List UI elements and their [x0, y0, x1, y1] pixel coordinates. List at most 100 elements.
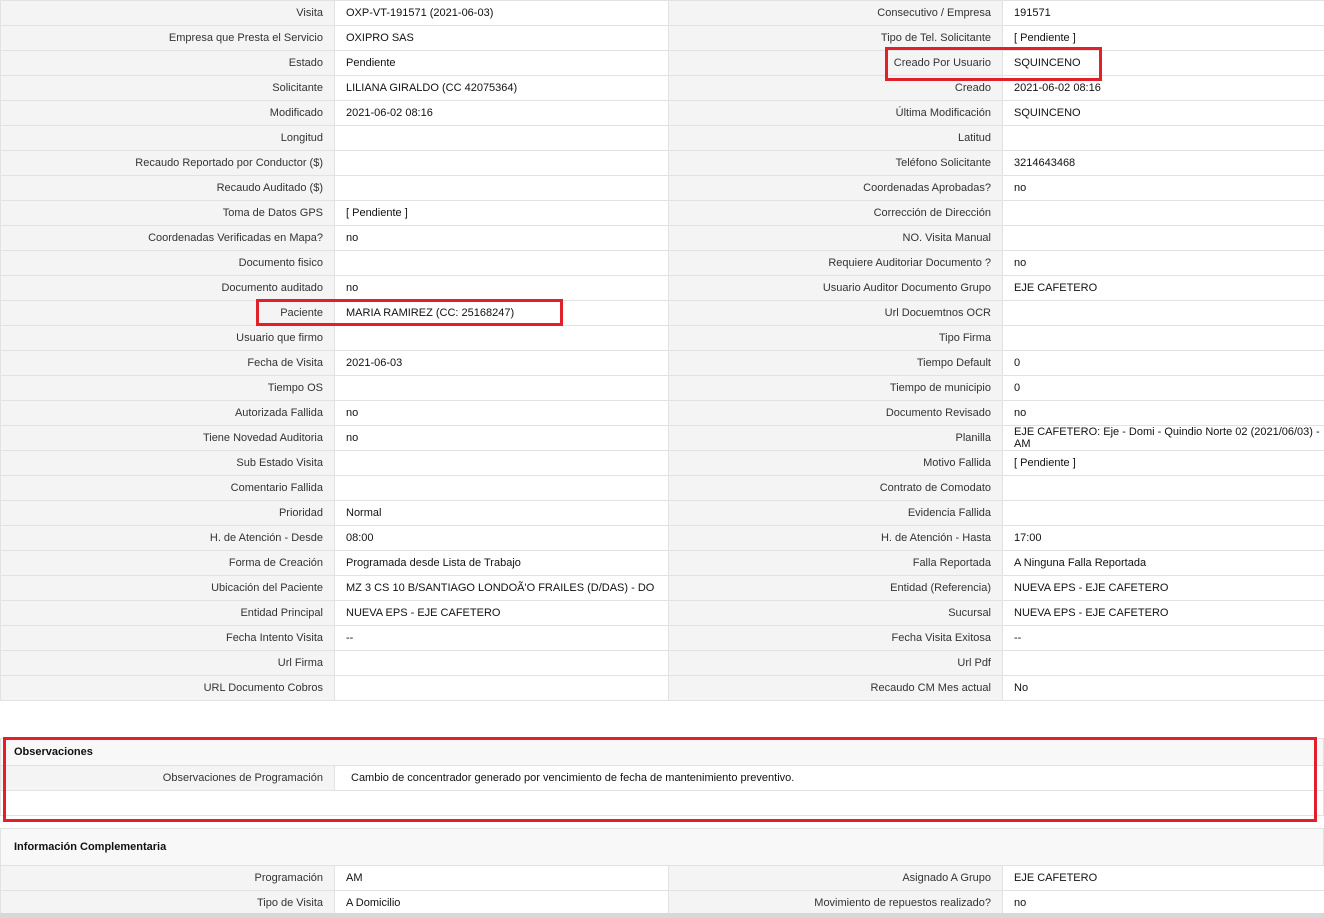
- field-value: [1002, 225, 1324, 251]
- field-label: NO. Visita Manual: [668, 225, 1003, 251]
- observaciones-table: Observaciones de Programación Cambio de …: [0, 765, 1324, 816]
- field-label: Documento fisico: [0, 250, 335, 276]
- field-value: Pendiente: [334, 50, 669, 76]
- field-label: Consecutivo / Empresa: [668, 0, 1003, 26]
- field-label: Fecha Visita Exitosa: [668, 625, 1003, 651]
- field-label: Contrato de Comodato: [668, 475, 1003, 501]
- field-label: Url Docuemtnos OCR: [668, 300, 1003, 326]
- detail-row: Visita OXP-VT-191571 (2021-06-03) Consecut…: [0, 0, 1324, 26]
- field-value: [334, 650, 669, 676]
- detail-row: Programación AM Asignado A Grupo EJE CAFETE…: [0, 865, 1324, 891]
- field-value: --: [334, 625, 669, 651]
- field-label: Usuario Auditor Documento Grupo: [668, 275, 1003, 301]
- field-value: AM: [334, 865, 669, 891]
- observaciones-row: Observaciones de Programación Cambio de …: [0, 765, 1324, 791]
- detail-row: Url Firma Url Pdf: [0, 650, 1324, 676]
- complementaria-section: Información Complementaria Programación A…: [0, 828, 1324, 916]
- field-label: Tipo Firma: [668, 325, 1003, 351]
- detail-row: Longitud Latitud: [0, 125, 1324, 151]
- field-value: SQUINCENO: [1002, 50, 1324, 76]
- observaciones-empty-row: [0, 790, 1324, 816]
- detail-row: Forma de Creación Programada desde Lista …: [0, 550, 1324, 576]
- field-label: Programación: [0, 865, 335, 891]
- field-value: MARIA RAMIREZ (CC: 25168247): [334, 300, 669, 326]
- field-label: Documento auditado: [0, 275, 335, 301]
- bottom-scroll-bar: [0, 913, 1324, 918]
- field-value: no: [1002, 890, 1324, 916]
- field-label: Tipo de Tel. Solicitante: [668, 25, 1003, 51]
- field-value: NUEVA EPS - EJE CAFETERO: [1002, 575, 1324, 601]
- field-value: 2021-06-02 08:16: [334, 100, 669, 126]
- field-label: Paciente: [0, 300, 335, 326]
- complementaria-table: Programación AM Asignado A Grupo EJE CAFETE…: [0, 865, 1324, 916]
- field-value: SQUINCENO: [1002, 100, 1324, 126]
- field-value: EJE CAFETERO: [1002, 275, 1324, 301]
- detail-row: Documento auditado no Usuario Auditor Docu…: [0, 275, 1324, 301]
- field-value: [334, 175, 669, 201]
- detail-row: Tiene Novedad Auditoria no Planilla EJE CA…: [0, 425, 1324, 451]
- field-label: H. de Atención - Desde: [0, 525, 335, 551]
- field-label: Toma de Datos GPS: [0, 200, 335, 226]
- field-value: [1002, 325, 1324, 351]
- field-value: [ Pendiente ]: [1002, 450, 1324, 476]
- field-value: --: [1002, 625, 1324, 651]
- field-label: Corrección de Dirección: [668, 200, 1003, 226]
- field-label: Entidad (Referencia): [668, 575, 1003, 601]
- field-value: 191571: [1002, 0, 1324, 26]
- field-label: Tiempo OS: [0, 375, 335, 401]
- detail-row: Recaudo Auditado ($) Coordenadas Aprobada…: [0, 175, 1324, 201]
- field-label: Movimiento de repuestos realizado?: [668, 890, 1003, 916]
- detail-row: Tiempo OS Tiempo de municipio 0: [0, 375, 1324, 401]
- detail-row: Ubicación del Paciente MZ 3 CS 10 B/SANTI…: [0, 575, 1324, 601]
- visit-detail-body: Visita OXP-VT-191571 (2021-06-03) Consecut…: [0, 0, 1324, 701]
- field-label: Tipo de Visita: [0, 890, 335, 916]
- field-value: no: [334, 225, 669, 251]
- field-label: Url Pdf: [668, 650, 1003, 676]
- field-label: H. de Atención - Hasta: [668, 525, 1003, 551]
- field-value: OXP-VT-191571 (2021-06-03): [334, 0, 669, 26]
- field-label: Evidencia Fallida: [668, 500, 1003, 526]
- field-value: Programada desde Lista de Trabajo: [334, 550, 669, 576]
- observaciones-section: Observaciones Observaciones de Programac…: [0, 738, 1324, 816]
- detail-row: Prioridad Normal Evidencia Fallida: [0, 500, 1324, 526]
- field-value: [1002, 200, 1324, 226]
- observaciones-label: Observaciones de Programación: [0, 765, 335, 791]
- field-value: 3214643468: [1002, 150, 1324, 176]
- detail-row: Recaudo Reportado por Conductor ($) Teléf…: [0, 150, 1324, 176]
- field-value: NUEVA EPS - EJE CAFETERO: [1002, 600, 1324, 626]
- field-value: A Domicilio: [334, 890, 669, 916]
- field-label: Recaudo Reportado por Conductor ($): [0, 150, 335, 176]
- observaciones-value: Cambio de concentrador generado por venc…: [334, 765, 1324, 791]
- field-label: Empresa que Presta el Servicio: [0, 25, 335, 51]
- field-label: Comentario Fallida: [0, 475, 335, 501]
- field-label: Sub Estado Visita: [0, 450, 335, 476]
- field-label: Planilla: [668, 425, 1003, 451]
- field-value: [334, 475, 669, 501]
- field-value: [334, 675, 669, 701]
- field-value: [334, 325, 669, 351]
- field-label: Tiempo de municipio: [668, 375, 1003, 401]
- field-label: Documento Revisado: [668, 400, 1003, 426]
- field-value: 2021-06-02 08:16: [1002, 75, 1324, 101]
- field-label: Teléfono Solicitante: [668, 150, 1003, 176]
- detail-row: H. de Atención - Desde 08:00 H. de Atenció…: [0, 525, 1324, 551]
- field-label: Sucursal: [668, 600, 1003, 626]
- field-label: Recaudo Auditado ($): [0, 175, 335, 201]
- detail-row: Toma de Datos GPS[ Pendiente ] Corrección…: [0, 200, 1324, 226]
- field-value: 0: [1002, 350, 1324, 376]
- field-label: Recaudo CM Mes actual: [668, 675, 1003, 701]
- complementaria-body: Programación AM Asignado A Grupo EJE CAFETE…: [0, 865, 1324, 916]
- field-value: [334, 150, 669, 176]
- field-label: Coordenadas Verificadas en Mapa?: [0, 225, 335, 251]
- field-value: No: [1002, 675, 1324, 701]
- detail-row: Solicitante LILIANA GIRALDO (CC 42075364)…: [0, 75, 1324, 101]
- field-label: Longitud: [0, 125, 335, 151]
- field-label: Visita: [0, 0, 335, 26]
- field-label: Asignado A Grupo: [668, 865, 1003, 891]
- field-label: Última Modificación: [668, 100, 1003, 126]
- field-value: [334, 250, 669, 276]
- field-label: Falla Reportada: [668, 550, 1003, 576]
- detail-row: Tipo de Visita A Domicilio Movimiento de r…: [0, 890, 1324, 916]
- field-label: Coordenadas Aprobadas?: [668, 175, 1003, 201]
- field-label: Forma de Creación: [0, 550, 335, 576]
